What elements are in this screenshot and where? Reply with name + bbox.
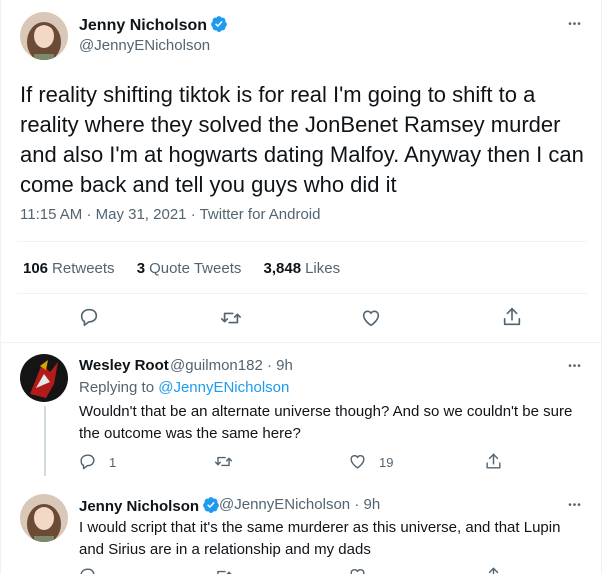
- heart-icon: [362, 310, 380, 327]
- retweet-icon: [217, 570, 232, 574]
- divider: [17, 241, 587, 242]
- likes-label: Likes: [305, 260, 341, 277]
- reply-author-name-text: Jenny Nicholson: [79, 498, 200, 515]
- like-button[interactable]: [360, 307, 384, 331]
- retweet-button[interactable]: [214, 452, 238, 476]
- share-icon: [486, 453, 501, 469]
- reply-author-name[interactable]: Jenny Nicholson: [79, 496, 220, 515]
- tweet-stats: 106 Retweets 3 Quote Tweets 3,848 Likes: [23, 260, 358, 277]
- tweet-source[interactable]: Twitter for Android: [200, 206, 321, 223]
- meta-dot: ·: [190, 206, 196, 223]
- tweet-detail-page: Jenny Nicholson @JennyENicholson ••• If …: [0, 0, 602, 574]
- retweets-stat[interactable]: 106 Retweets: [23, 260, 115, 277]
- reply-author-handle[interactable]: @JennyENicholson: [219, 496, 350, 513]
- share-button[interactable]: [484, 452, 508, 476]
- tweet-time[interactable]: 11:15 AM: [20, 206, 82, 223]
- author-name-text: Jenny Nicholson: [79, 17, 208, 34]
- share-icon: [503, 307, 521, 326]
- reply-avatar[interactable]: [20, 494, 68, 542]
- heart-icon: [350, 455, 365, 469]
- reply-time[interactable]: 9h: [276, 357, 293, 374]
- tweet-text: If reality shifting tiktok is for real I…: [20, 82, 584, 197]
- replying-to-label: Replying to: [79, 379, 155, 396]
- author-handle[interactable]: @JennyENicholson: [79, 37, 210, 54]
- separator: [1, 342, 602, 343]
- reply-text: I would script that it's the same murder…: [79, 519, 561, 558]
- reply-icon: [80, 568, 95, 574]
- more-icon[interactable]: •••: [563, 18, 587, 42]
- quotes-label: Quote Tweets: [149, 260, 242, 277]
- share-button[interactable]: [501, 306, 525, 330]
- reply-author-handle[interactable]: @guilmon182: [170, 357, 263, 374]
- reply-time[interactable]: 9h: [363, 496, 380, 513]
- meta-dot: ·: [266, 357, 272, 374]
- retweet-button[interactable]: [220, 307, 244, 331]
- reply-icon: [80, 308, 98, 327]
- like-button[interactable]: [348, 566, 372, 574]
- tweet-meta: 11:15 AM · May 31, 2021 · Twitter for An…: [20, 206, 320, 223]
- share-button[interactable]: [484, 566, 508, 574]
- retweet-icon: [214, 456, 233, 467]
- verified-badge-icon: [203, 497, 219, 513]
- reply-avatar[interactable]: [20, 354, 68, 402]
- quotes-stat[interactable]: 3 Quote Tweets: [137, 260, 242, 277]
- likes-count: 3,848: [263, 260, 302, 277]
- retweet-button[interactable]: [214, 566, 238, 574]
- replying-to: Replying to @JennyENicholson: [79, 379, 289, 396]
- heart-icon: [350, 569, 365, 574]
- reply-author-meta: @guilmon182 · 9h: [170, 357, 293, 374]
- more-icon[interactable]: •••: [563, 360, 587, 384]
- reply-count: 1: [109, 455, 117, 470]
- meta-dot: ·: [354, 496, 360, 513]
- reply-icon: [80, 454, 95, 470]
- tweet-date[interactable]: May 31, 2021: [96, 206, 187, 223]
- thread-line: [44, 406, 46, 476]
- divider: [17, 293, 587, 294]
- author-avatar[interactable]: [20, 12, 68, 60]
- share-icon: [488, 567, 499, 574]
- like-count: 19: [379, 455, 394, 470]
- verified-badge-icon: [211, 16, 227, 32]
- reply-author-meta: @JennyENicholson · 9h: [219, 496, 380, 513]
- retweets-count: 106: [23, 260, 49, 277]
- reply-author-name[interactable]: Wesley Root: [79, 357, 169, 374]
- quotes-count: 3: [136, 260, 146, 277]
- retweets-label: Retweets: [52, 260, 115, 277]
- author-name[interactable]: Jenny Nicholson: [79, 15, 228, 35]
- reply-text: Wouldn't that be an alternate universe t…: [79, 403, 573, 442]
- reply-button[interactable]: [78, 452, 102, 476]
- replying-to-handle[interactable]: @JennyENicholson: [158, 379, 289, 396]
- retweet-icon: [221, 312, 241, 324]
- reply-button[interactable]: [78, 566, 102, 574]
- reply-button[interactable]: [78, 306, 102, 330]
- meta-dot: ·: [86, 206, 92, 223]
- like-button[interactable]: [348, 452, 372, 476]
- likes-stat[interactable]: 3,848 Likes: [264, 260, 341, 277]
